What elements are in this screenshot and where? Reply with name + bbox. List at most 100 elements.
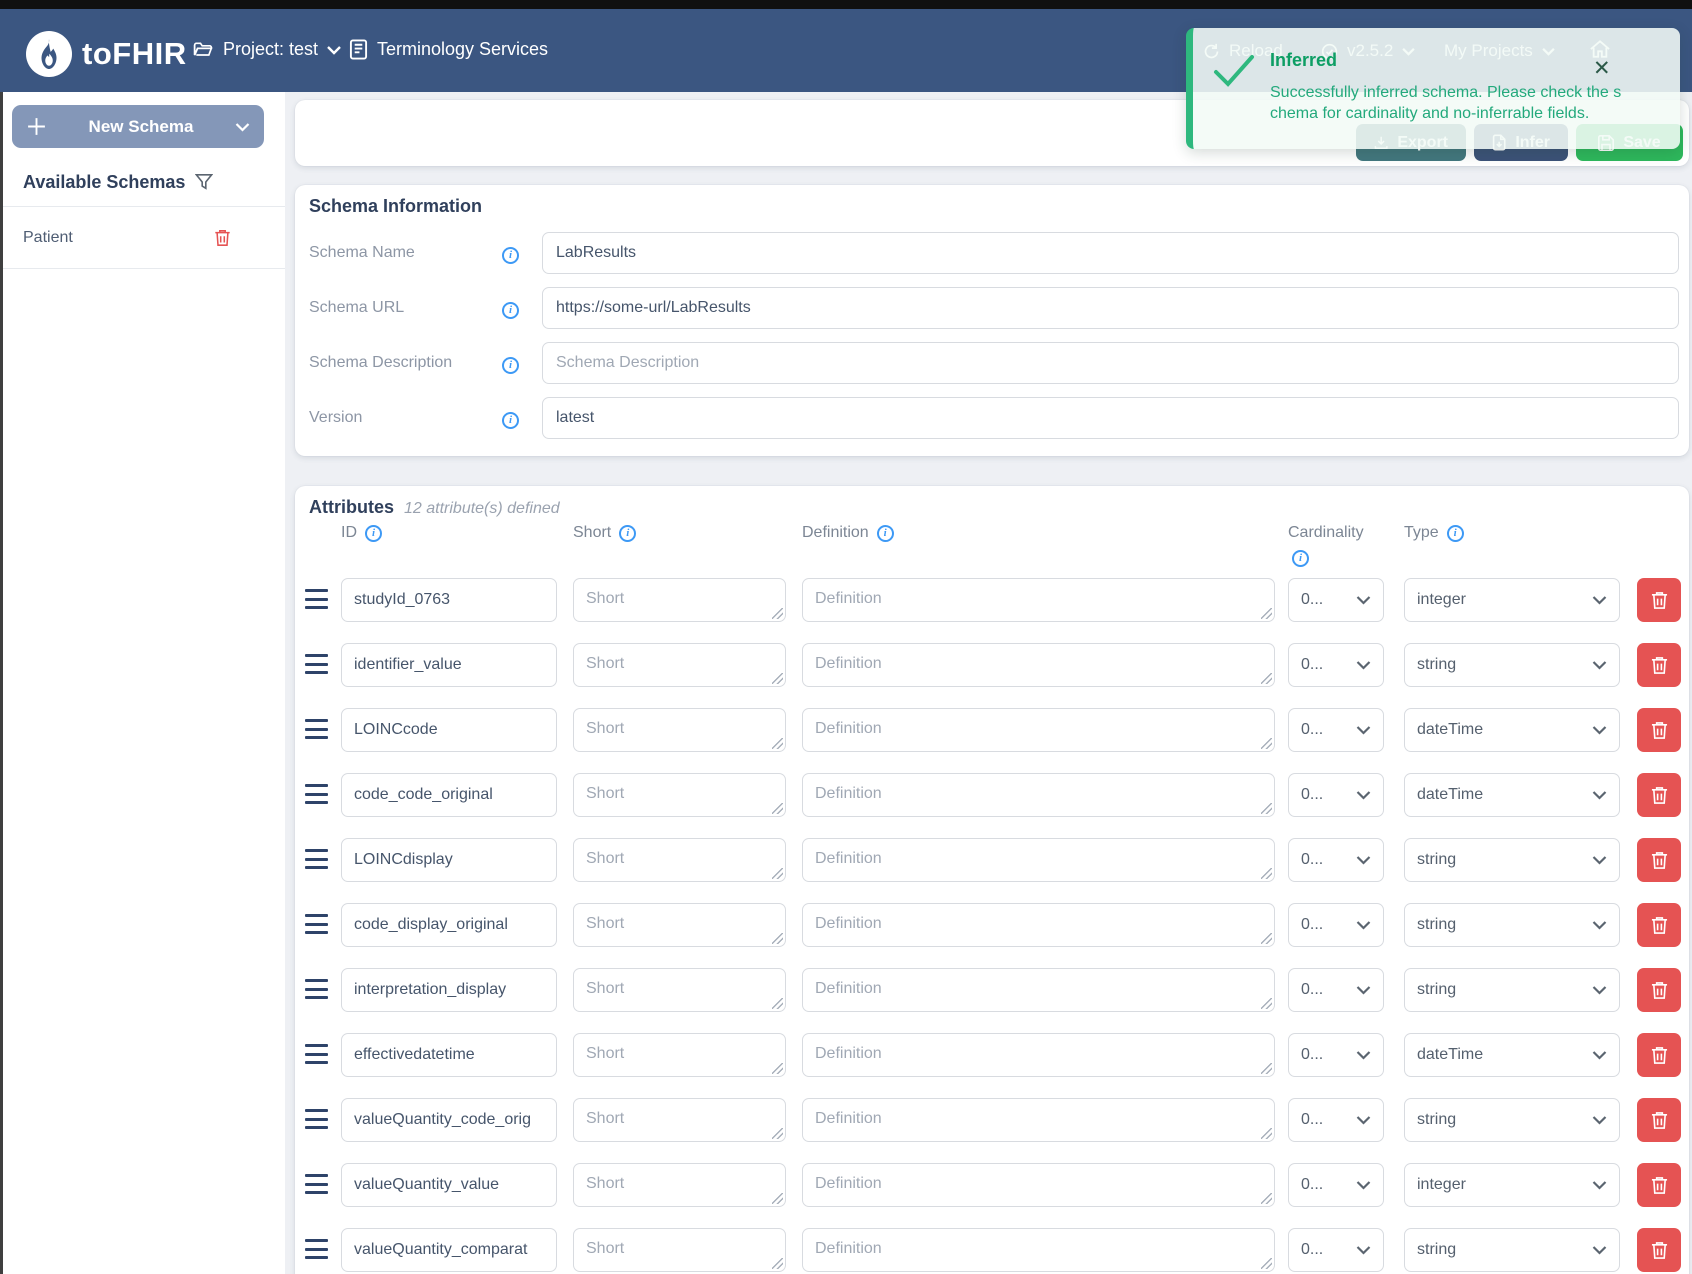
- delete-attribute-button[interactable]: [1637, 838, 1681, 882]
- delete-schema-button[interactable]: [212, 227, 233, 249]
- drag-handle-icon[interactable]: [305, 1044, 328, 1064]
- filter-icon[interactable]: [195, 173, 213, 191]
- nav-project-menu[interactable]: Project: test: [192, 39, 341, 60]
- trash-icon: [1651, 591, 1668, 610]
- new-schema-button[interactable]: New Schema: [12, 105, 264, 148]
- cardinality-select[interactable]: 0...: [1288, 578, 1384, 622]
- delete-attribute-button[interactable]: [1637, 1228, 1681, 1272]
- info-icon[interactable]: i: [502, 357, 519, 374]
- field-input[interactable]: [542, 342, 1679, 384]
- attribute-id-input[interactable]: [341, 903, 557, 947]
- field-input[interactable]: [542, 287, 1679, 329]
- attribute-id-input[interactable]: [341, 1163, 557, 1207]
- type-select[interactable]: string: [1404, 1098, 1620, 1142]
- field-input[interactable]: [542, 397, 1679, 439]
- type-select[interactable]: string: [1404, 1228, 1620, 1272]
- cardinality-select[interactable]: 0...: [1288, 1163, 1384, 1207]
- attribute-definition-input[interactable]: [802, 643, 1275, 687]
- attribute-definition-input[interactable]: [802, 1098, 1275, 1142]
- type-select[interactable]: string: [1404, 968, 1620, 1012]
- attribute-definition-input[interactable]: [802, 708, 1275, 752]
- delete-attribute-button[interactable]: [1637, 708, 1681, 752]
- info-icon[interactable]: i: [502, 247, 519, 264]
- info-icon[interactable]: i: [877, 525, 894, 542]
- cardinality-select[interactable]: 0...: [1288, 903, 1384, 947]
- attribute-short-input[interactable]: [573, 773, 786, 817]
- info-icon[interactable]: i: [1447, 525, 1464, 542]
- type-select[interactable]: dateTime: [1404, 708, 1620, 752]
- cardinality-select[interactable]: 0...: [1288, 1228, 1384, 1272]
- info-icon[interactable]: i: [502, 302, 519, 319]
- column-header-type: Typei: [1404, 524, 1464, 542]
- attribute-short-input[interactable]: [573, 1163, 786, 1207]
- attribute-short-input[interactable]: [573, 1228, 786, 1272]
- delete-attribute-button[interactable]: [1637, 968, 1681, 1012]
- attribute-id-input[interactable]: [341, 773, 557, 817]
- delete-attribute-button[interactable]: [1637, 643, 1681, 687]
- delete-attribute-button[interactable]: [1637, 578, 1681, 622]
- attribute-id-input[interactable]: [341, 1098, 557, 1142]
- type-select[interactable]: string: [1404, 838, 1620, 882]
- brand[interactable]: toFHIR: [26, 31, 187, 77]
- attribute-definition-input[interactable]: [802, 968, 1275, 1012]
- attribute-definition-input[interactable]: [802, 773, 1275, 817]
- cardinality-select[interactable]: 0...: [1288, 773, 1384, 817]
- attribute-id-input[interactable]: [341, 578, 557, 622]
- toast-close-button[interactable]: ✕: [1593, 58, 1611, 79]
- drag-handle-icon[interactable]: [305, 979, 328, 999]
- attribute-definition-input[interactable]: [802, 578, 1275, 622]
- attribute-short-input[interactable]: [573, 708, 786, 752]
- delete-attribute-button[interactable]: [1637, 903, 1681, 947]
- cardinality-select[interactable]: 0...: [1288, 1098, 1384, 1142]
- attribute-id-input[interactable]: [341, 838, 557, 882]
- type-select[interactable]: dateTime: [1404, 773, 1620, 817]
- drag-handle-icon[interactable]: [305, 914, 328, 934]
- attribute-definition-input[interactable]: [802, 1033, 1275, 1077]
- type-select[interactable]: integer: [1404, 1163, 1620, 1207]
- drag-handle-icon[interactable]: [305, 589, 328, 609]
- drag-handle-icon[interactable]: [305, 1239, 328, 1259]
- cardinality-select[interactable]: 0...: [1288, 643, 1384, 687]
- attribute-id-input[interactable]: [341, 708, 557, 752]
- drag-handle-icon[interactable]: [305, 654, 328, 674]
- info-icon[interactable]: i: [365, 525, 382, 542]
- attribute-definition-input[interactable]: [802, 1228, 1275, 1272]
- drag-handle-icon[interactable]: [305, 849, 328, 869]
- field-input[interactable]: [542, 232, 1679, 274]
- drag-handle-icon[interactable]: [305, 784, 328, 804]
- attribute-short-input[interactable]: [573, 643, 786, 687]
- delete-attribute-button[interactable]: [1637, 1033, 1681, 1077]
- attribute-definition-input[interactable]: [802, 1163, 1275, 1207]
- attribute-id-input[interactable]: [341, 643, 557, 687]
- cardinality-select[interactable]: 0...: [1288, 838, 1384, 882]
- attribute-definition-input[interactable]: [802, 903, 1275, 947]
- attribute-id-input[interactable]: [341, 1033, 557, 1077]
- info-icon[interactable]: i: [619, 525, 636, 542]
- attribute-short-input[interactable]: [573, 903, 786, 947]
- type-select[interactable]: string: [1404, 903, 1620, 947]
- attribute-short-input[interactable]: [573, 1098, 786, 1142]
- drag-handle-icon[interactable]: [305, 719, 328, 739]
- delete-attribute-button[interactable]: [1637, 773, 1681, 817]
- drag-handle-icon[interactable]: [305, 1174, 328, 1194]
- attribute-definition-input[interactable]: [802, 838, 1275, 882]
- attribute-short-input[interactable]: [573, 838, 786, 882]
- drag-handle-icon[interactable]: [305, 1109, 328, 1129]
- delete-attribute-button[interactable]: [1637, 1098, 1681, 1142]
- type-select[interactable]: dateTime: [1404, 1033, 1620, 1077]
- nav-terminology-services[interactable]: Terminology Services: [349, 39, 548, 60]
- type-select[interactable]: string: [1404, 643, 1620, 687]
- attribute-short-input[interactable]: [573, 1033, 786, 1077]
- attribute-short-input[interactable]: [573, 968, 786, 1012]
- info-icon[interactable]: i: [502, 412, 519, 429]
- attribute-id-input[interactable]: [341, 1228, 557, 1272]
- type-select[interactable]: integer: [1404, 578, 1620, 622]
- delete-attribute-button[interactable]: [1637, 1163, 1681, 1207]
- attribute-id-input[interactable]: [341, 968, 557, 1012]
- attribute-short-input[interactable]: [573, 578, 786, 622]
- cardinality-select[interactable]: 0...: [1288, 968, 1384, 1012]
- sidebar-item-patient[interactable]: Patient: [3, 207, 285, 269]
- info-icon[interactable]: i: [1292, 550, 1309, 567]
- cardinality-select[interactable]: 0...: [1288, 708, 1384, 752]
- cardinality-select[interactable]: 0...: [1288, 1033, 1384, 1077]
